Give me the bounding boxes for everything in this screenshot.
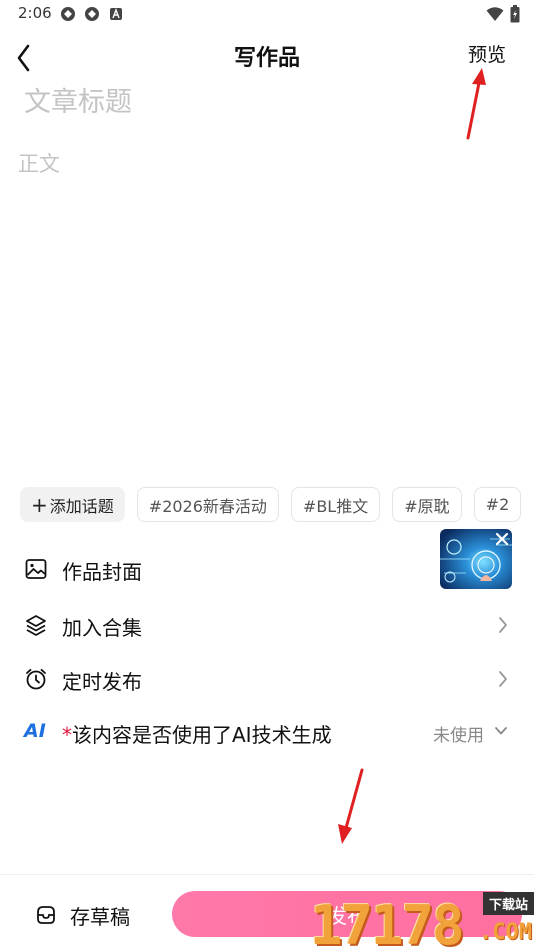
bottom-action-bar: 存草稿 发布 [0, 874, 534, 950]
chevron-right-icon [499, 617, 507, 633]
alarm-clock-icon [26, 668, 46, 690]
wifi-icon [486, 7, 504, 21]
image-icon [25, 559, 47, 579]
article-body-input[interactable] [18, 148, 514, 468]
annotation-arrow-icon [466, 68, 486, 140]
article-title-input[interactable] [24, 82, 504, 122]
add-topic-button[interactable]: + 添加话题 [20, 487, 125, 522]
add-topic-label: 添加话题 [49, 496, 114, 516]
topic-chip[interactable]: #2 [473, 487, 522, 522]
publish-button[interactable]: 发布 [172, 891, 522, 937]
chevron-right-icon [499, 671, 507, 687]
header: 写作品 预览 [0, 28, 534, 82]
topic-chip[interactable]: #BL推文 [290, 487, 381, 522]
inbox-icon [37, 906, 55, 924]
schedule-publish-row[interactable]: 定时发布 [0, 653, 534, 705]
collection-label: 加入合集 [62, 616, 142, 640]
save-draft-button[interactable]: 存草稿 [34, 899, 130, 931]
cover-thumbnail[interactable] [440, 529, 512, 589]
topic-chip[interactable]: #2026新春活动 [136, 487, 279, 522]
a-notification-icon [110, 8, 122, 20]
page-title: 写作品 [233, 46, 300, 71]
plus-icon: + [31, 492, 48, 517]
close-icon[interactable] [494, 531, 510, 547]
app-notification-icon [61, 7, 75, 21]
ai-disclosure-row[interactable]: AI *该内容是否使用了AI技术生成 未使用 [0, 706, 534, 758]
topic-chip[interactable]: #原耽 [392, 487, 462, 522]
chevron-down-icon[interactable] [494, 726, 508, 736]
layers-icon [26, 615, 46, 636]
preview-button[interactable]: 预览 [468, 40, 506, 67]
app-notification-icon [85, 7, 99, 21]
topic-bar: + 添加话题 #2026新春活动 #BL推文 #原耽 #2 [20, 487, 534, 523]
ai-disclosure-value[interactable]: 未使用 [433, 721, 484, 746]
cover-row[interactable]: 作品封面 [0, 529, 534, 595]
annotation-arrow-icon [338, 768, 364, 844]
battery-icon [510, 5, 520, 23]
cover-label: 作品封面 [62, 560, 142, 584]
ai-disclosure-text: 该内容是否使用了AI技术生成 [72, 723, 332, 747]
ai-badge-icon: AI [24, 720, 46, 742]
save-draft-label: 存草稿 [70, 904, 130, 929]
status-bar: 2:06 [0, 0, 534, 28]
status-time: 2:06 [18, 4, 52, 22]
ai-disclosure-label: *该内容是否使用了AI技术生成 [62, 719, 332, 748]
required-mark: * [62, 723, 72, 747]
schedule-publish-label: 定时发布 [62, 670, 142, 694]
collection-row[interactable]: 加入合集 [0, 599, 534, 651]
